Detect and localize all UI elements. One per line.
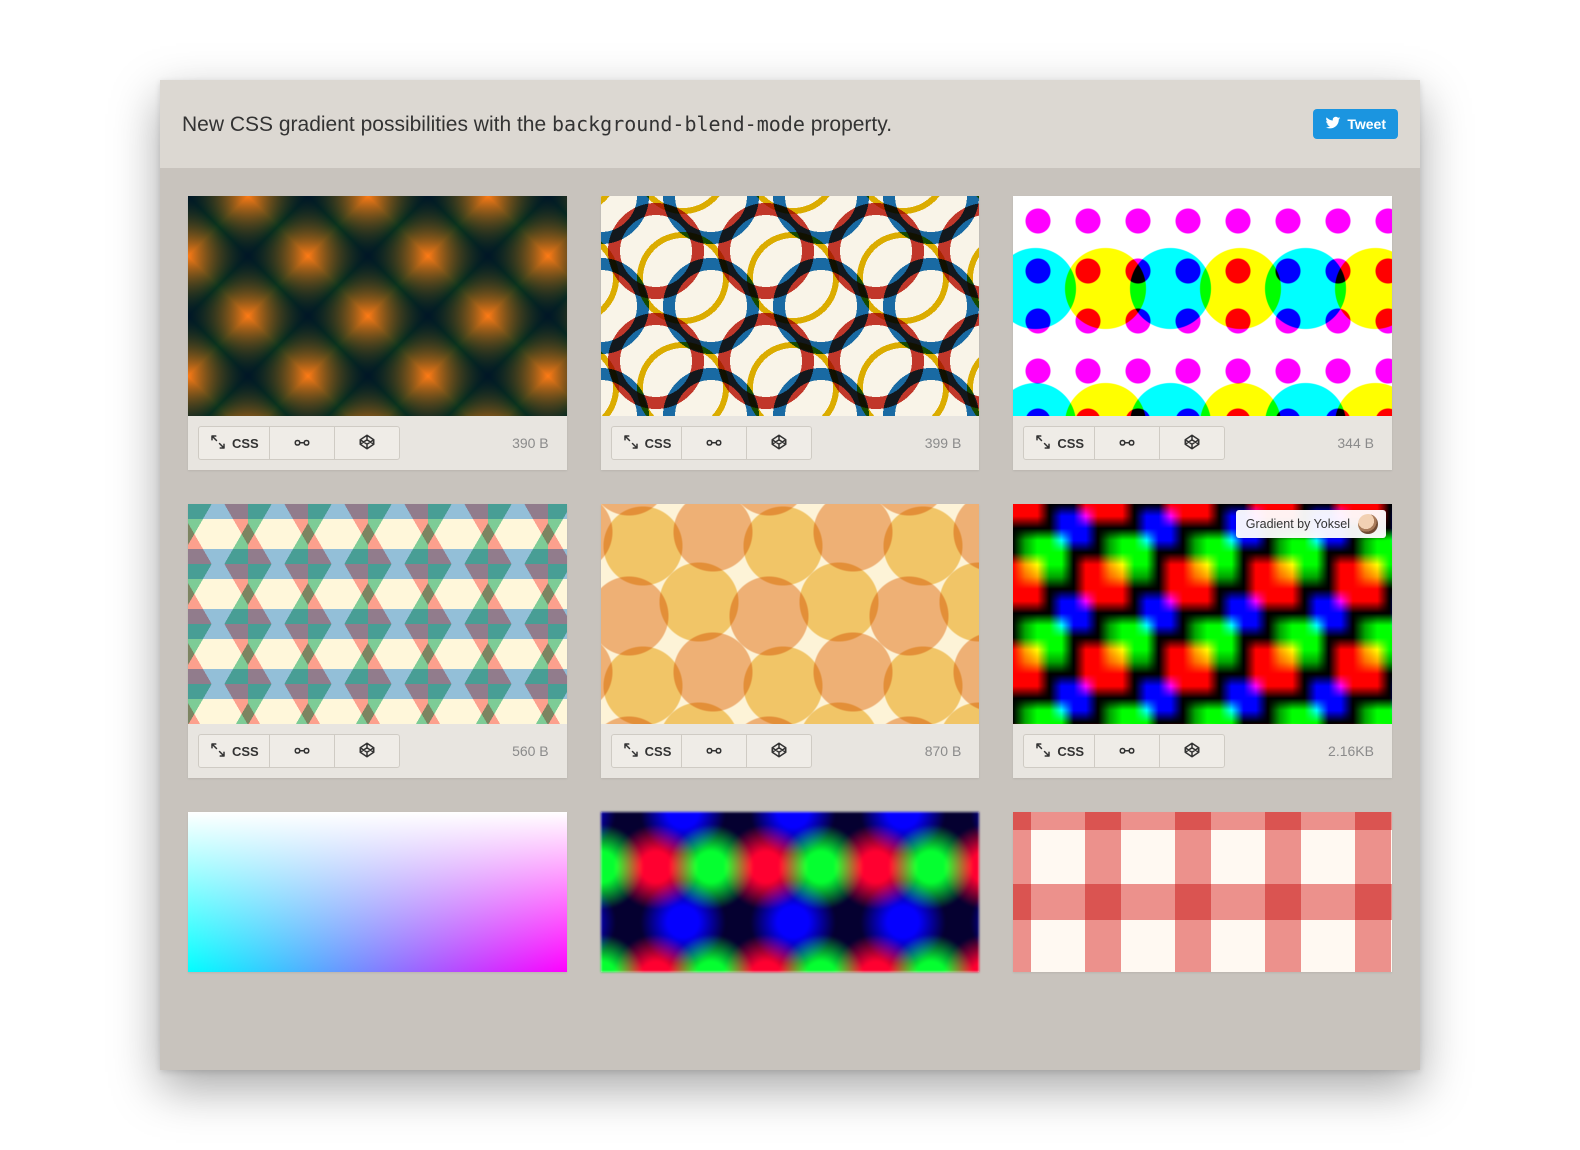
codepen-icon [358,433,376,454]
preview-button[interactable] [1095,427,1160,459]
card-actions: CSS [1023,426,1225,460]
codepen-icon [358,741,376,762]
pattern-swatch[interactable] [188,196,567,416]
expand-icon [1034,433,1052,454]
expand-icon [1034,741,1052,762]
pattern-swatch[interactable] [1013,196,1392,416]
codepen-icon [770,433,788,454]
glasses-icon [1118,741,1136,762]
file-size: 399 B [925,435,970,451]
pattern-card: CSS 399 B [601,196,980,470]
card-toolbar: CSS 870 B [601,724,980,778]
card-actions: CSS [198,426,400,460]
codepen-button[interactable] [747,735,811,767]
preview-button[interactable] [682,735,747,767]
card-toolbar: CSS 2.16KB [1013,724,1392,778]
card-toolbar: CSS 399 B [601,416,980,470]
codepen-icon [770,741,788,762]
card-actions: CSS [611,734,813,768]
pattern-swatch[interactable] [601,196,980,416]
expand-icon [209,741,227,762]
codepen-icon [1183,433,1201,454]
pattern-card: CSS [1013,812,1392,972]
card-actions: CSS [198,734,400,768]
preview-button[interactable] [682,427,747,459]
twitter-icon [1325,115,1341,134]
expand-icon [622,741,640,762]
pattern-card: CSS [601,812,980,972]
pattern-card: CSS 2.16KB Gradient by Yoksel [1013,504,1392,778]
pattern-card: CSS 560 B [188,504,567,778]
css-label: CSS [232,436,259,451]
page-title: New CSS gradient possibilities with the … [182,112,892,137]
title-suffix: property. [805,113,892,136]
pattern-card: CSS 870 B [601,504,980,778]
pattern-card: CSS 344 B [1013,196,1392,470]
file-size: 2.16KB [1328,743,1382,759]
card-toolbar: CSS 390 B [188,416,567,470]
file-size: 344 B [1337,435,1382,451]
expand-css-button[interactable]: CSS [1024,427,1095,459]
css-label: CSS [645,744,672,759]
pattern-swatch[interactable] [601,504,980,724]
expand-icon [622,433,640,454]
preview-button[interactable] [1095,735,1160,767]
pattern-card: CSS [188,812,567,972]
codepen-button[interactable] [747,427,811,459]
preview-button[interactable] [270,427,335,459]
codepen-button[interactable] [335,735,399,767]
glasses-icon [293,741,311,762]
card-toolbar: CSS 560 B [188,724,567,778]
tweet-label: Tweet [1347,116,1386,132]
pattern-swatch[interactable] [188,504,567,724]
expand-css-button[interactable]: CSS [1024,735,1095,767]
css-label: CSS [232,744,259,759]
card-actions: CSS [611,426,813,460]
file-size: 870 B [925,743,970,759]
expand-css-button[interactable]: CSS [612,735,683,767]
glasses-icon [1118,433,1136,454]
glasses-icon [705,741,723,762]
credit-badge[interactable]: Gradient by Yoksel [1236,510,1386,538]
codepen-button[interactable] [1160,735,1224,767]
pattern-grid: CSS 390 B [160,168,1420,972]
css-label: CSS [1057,436,1084,451]
expand-css-button[interactable]: CSS [199,427,270,459]
gallery-panel: New CSS gradient possibilities with the … [160,80,1420,1070]
card-actions: CSS [1023,734,1225,768]
pattern-swatch[interactable] [1013,812,1392,972]
card-toolbar: CSS 344 B [1013,416,1392,470]
glasses-icon [705,433,723,454]
credit-label: Gradient by Yoksel [1246,517,1350,531]
expand-css-button[interactable]: CSS [612,427,683,459]
pattern-swatch[interactable] [188,812,567,972]
file-size: 560 B [512,743,557,759]
codepen-icon [1183,741,1201,762]
avatar [1358,514,1378,534]
glasses-icon [293,433,311,454]
title-prefix: New CSS gradient possibilities with the [182,113,552,136]
expand-css-button[interactable]: CSS [199,735,270,767]
title-code: background-blend-mode [552,112,805,136]
codepen-button[interactable] [1160,427,1224,459]
css-label: CSS [1057,744,1084,759]
header-bar: New CSS gradient possibilities with the … [160,80,1420,168]
css-label: CSS [645,436,672,451]
preview-button[interactable] [270,735,335,767]
tweet-button[interactable]: Tweet [1313,109,1398,139]
file-size: 390 B [512,435,557,451]
expand-icon [209,433,227,454]
pattern-card: CSS 390 B [188,196,567,470]
codepen-button[interactable] [335,427,399,459]
pattern-swatch[interactable] [601,812,980,972]
